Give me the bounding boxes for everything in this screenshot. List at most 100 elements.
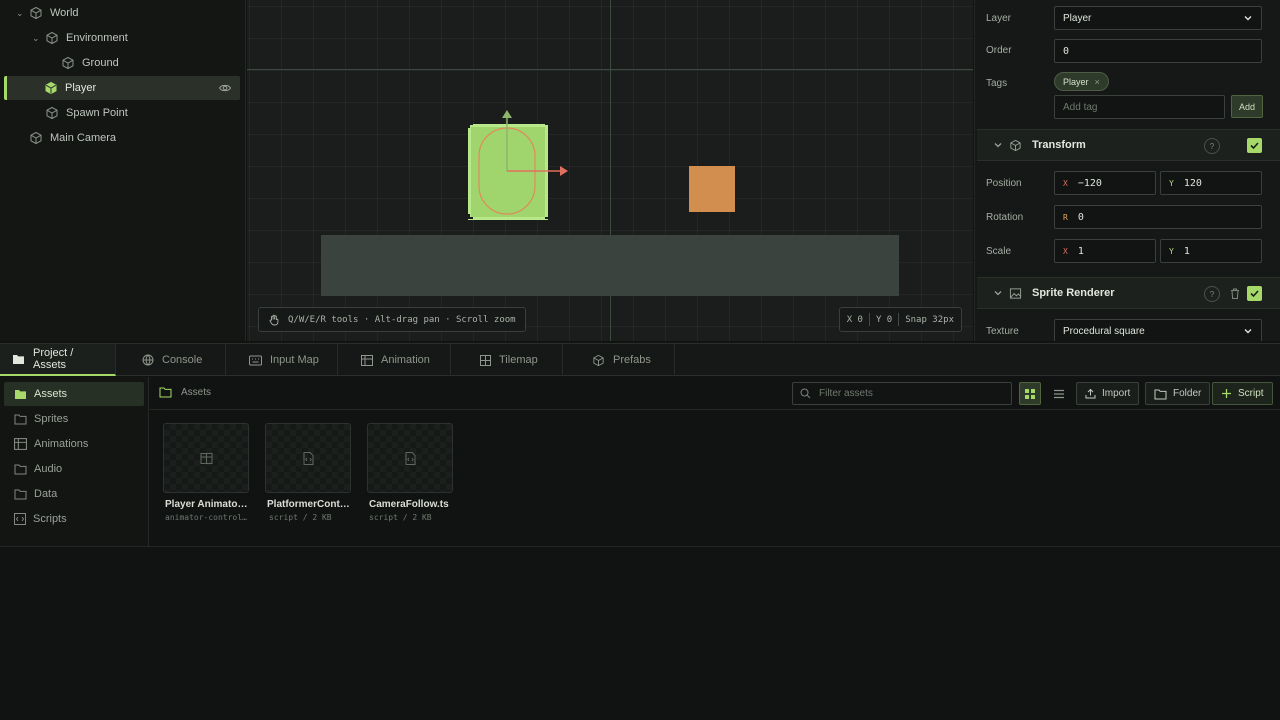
transform-enabled-checkbox[interactable]	[1247, 138, 1262, 153]
tag-chip[interactable]: Player ×	[1054, 72, 1109, 91]
folder-icon	[14, 463, 27, 475]
viewport-hint: Q/W/E/R tools · Alt-drag pan · Scroll zo…	[258, 307, 526, 332]
tree-item-world[interactable]: ⌄ World	[16, 1, 79, 25]
ground-sprite[interactable]	[321, 235, 899, 296]
film-icon	[14, 438, 27, 450]
tab-tilemap[interactable]: Tilemap	[451, 344, 563, 376]
tab-label: Prefabs	[613, 354, 651, 366]
tab-animation[interactable]: Animation	[338, 344, 451, 376]
sidebar-item-data[interactable]: Data	[4, 482, 144, 506]
scale-y-input[interactable]: Y 1	[1160, 239, 1262, 263]
script-file-icon	[303, 451, 314, 465]
help-icon[interactable]: ?	[1204, 138, 1220, 154]
tab-prefabs[interactable]: Prefabs	[563, 344, 675, 376]
rotation-input[interactable]: R 0	[1054, 205, 1262, 229]
film-icon	[200, 452, 213, 464]
asset-thumbnail[interactable]	[367, 423, 453, 493]
crate-sprite[interactable]	[689, 166, 735, 212]
chevron-down-icon[interactable]	[993, 140, 1003, 150]
asset-search-input[interactable]: Filter assets	[792, 382, 1012, 405]
sidebar-item-sprites[interactable]: Sprites	[4, 407, 144, 431]
position-y-value: 120	[1183, 177, 1202, 189]
sidebar-item-audio[interactable]: Audio	[4, 457, 144, 481]
add-tag-button[interactable]: Add	[1231, 95, 1263, 118]
cube-icon	[1009, 139, 1022, 152]
tree-item-environment[interactable]: ⌄ Environment	[32, 26, 128, 50]
sidebar-item-assets[interactable]: Assets	[4, 382, 144, 406]
new-script-button[interactable]: Script	[1212, 382, 1273, 405]
breadcrumb-item[interactable]: Assets	[181, 387, 211, 398]
cube-icon	[29, 131, 43, 145]
tab-console[interactable]: Console	[116, 344, 226, 376]
tab-input-map[interactable]: Input Map	[226, 344, 338, 376]
folder-icon	[14, 488, 27, 500]
layer-select[interactable]: Player	[1054, 6, 1262, 30]
chevron-down-icon	[1243, 326, 1253, 336]
position-y-input[interactable]: Y 120	[1160, 171, 1262, 195]
folder-icon	[14, 388, 27, 400]
scale-x-input[interactable]: X 1	[1054, 239, 1156, 263]
hand-icon	[268, 314, 280, 326]
scale-label: Scale	[986, 246, 1012, 257]
asset-meta: script / 2 KB	[269, 513, 332, 522]
tree-item-label: Ground	[82, 57, 119, 69]
sidebar-item-label: Sprites	[34, 413, 69, 425]
film-icon	[361, 354, 373, 366]
viewport-hint-text: Q/W/E/R tools · Alt-drag pan · Scroll zo…	[288, 314, 516, 325]
sprite-renderer-enabled-checkbox[interactable]	[1247, 286, 1262, 301]
new-folder-button[interactable]: Folder	[1145, 382, 1211, 405]
asset-folder-sidebar: Assets Sprites Animations Audio Data Scr…	[0, 377, 149, 547]
axis-y-tag: Y	[1169, 178, 1174, 188]
tree-item-ground[interactable]: Ground	[61, 51, 119, 75]
tab-label: Console	[162, 354, 203, 366]
sidebar-item-label: Assets	[34, 388, 68, 400]
texture-select[interactable]: Procedural square	[1054, 319, 1262, 341]
add-tag-input[interactable]: Add tag	[1054, 95, 1225, 119]
folder-label: Folder	[1173, 388, 1202, 399]
asset-name[interactable]: CameraFollow.ts	[369, 499, 455, 510]
order-input[interactable]: 0	[1054, 39, 1262, 63]
asset-thumbnail[interactable]	[163, 423, 249, 493]
cube-icon	[61, 56, 75, 70]
axis-r-tag: R	[1063, 212, 1068, 222]
import-button[interactable]: Import	[1076, 382, 1140, 405]
tree-item-main-camera[interactable]: Main Camera	[29, 126, 116, 150]
tags-label: Tags	[986, 78, 1008, 89]
tree-item-spawn-point[interactable]: Spawn Point	[45, 101, 128, 125]
asset-thumbnail[interactable]	[265, 423, 351, 493]
position-x-input[interactable]: X −120	[1054, 171, 1156, 195]
tab-project-assets[interactable]: Project / Assets	[0, 344, 116, 376]
eye-icon[interactable]	[218, 81, 232, 95]
rotation-value: 0	[1077, 211, 1084, 223]
list-view-button[interactable]	[1048, 382, 1070, 405]
chevron-down-icon[interactable]: ⌄	[16, 8, 26, 19]
remove-tag-icon[interactable]: ×	[1095, 77, 1100, 87]
scale-x-value: 1	[1077, 245, 1084, 257]
transform-header[interactable]: Transform ?	[977, 129, 1280, 161]
image-icon	[1009, 287, 1022, 300]
sidebar-item-scripts[interactable]: Scripts	[4, 507, 144, 531]
trash-icon[interactable]	[1229, 287, 1241, 300]
sprite-renderer-header[interactable]: Sprite Renderer ?	[977, 277, 1280, 309]
tree-item-player[interactable]: Player	[4, 76, 240, 100]
layer-value: Player	[1063, 12, 1092, 24]
chevron-down-icon[interactable]	[993, 288, 1003, 298]
asset-name[interactable]: Player Animator Controller	[165, 499, 251, 510]
sidebar-item-animations[interactable]: Animations	[4, 432, 144, 456]
folder-icon	[1154, 388, 1167, 400]
upload-icon	[1085, 388, 1096, 399]
divider	[868, 313, 870, 326]
help-icon[interactable]: ?	[1204, 286, 1220, 302]
chevron-down-icon[interactable]: ⌄	[32, 33, 42, 44]
asset-name[interactable]: PlatformerController.ts	[267, 499, 353, 510]
tree-item-label: Environment	[66, 32, 128, 44]
position-x-value: −120	[1077, 177, 1102, 189]
grid-view-button[interactable]	[1019, 382, 1041, 405]
snap-setting[interactable]: Snap 32px	[905, 315, 954, 325]
search-icon	[800, 388, 811, 399]
scene-viewport[interactable]: Q/W/E/R tools · Alt-drag pan · Scroll zo…	[247, 0, 973, 341]
cube-icon	[592, 354, 605, 367]
cube-icon	[44, 81, 58, 95]
coord-x: X 0	[846, 314, 863, 325]
transform-gizmo[interactable]	[462, 104, 572, 228]
